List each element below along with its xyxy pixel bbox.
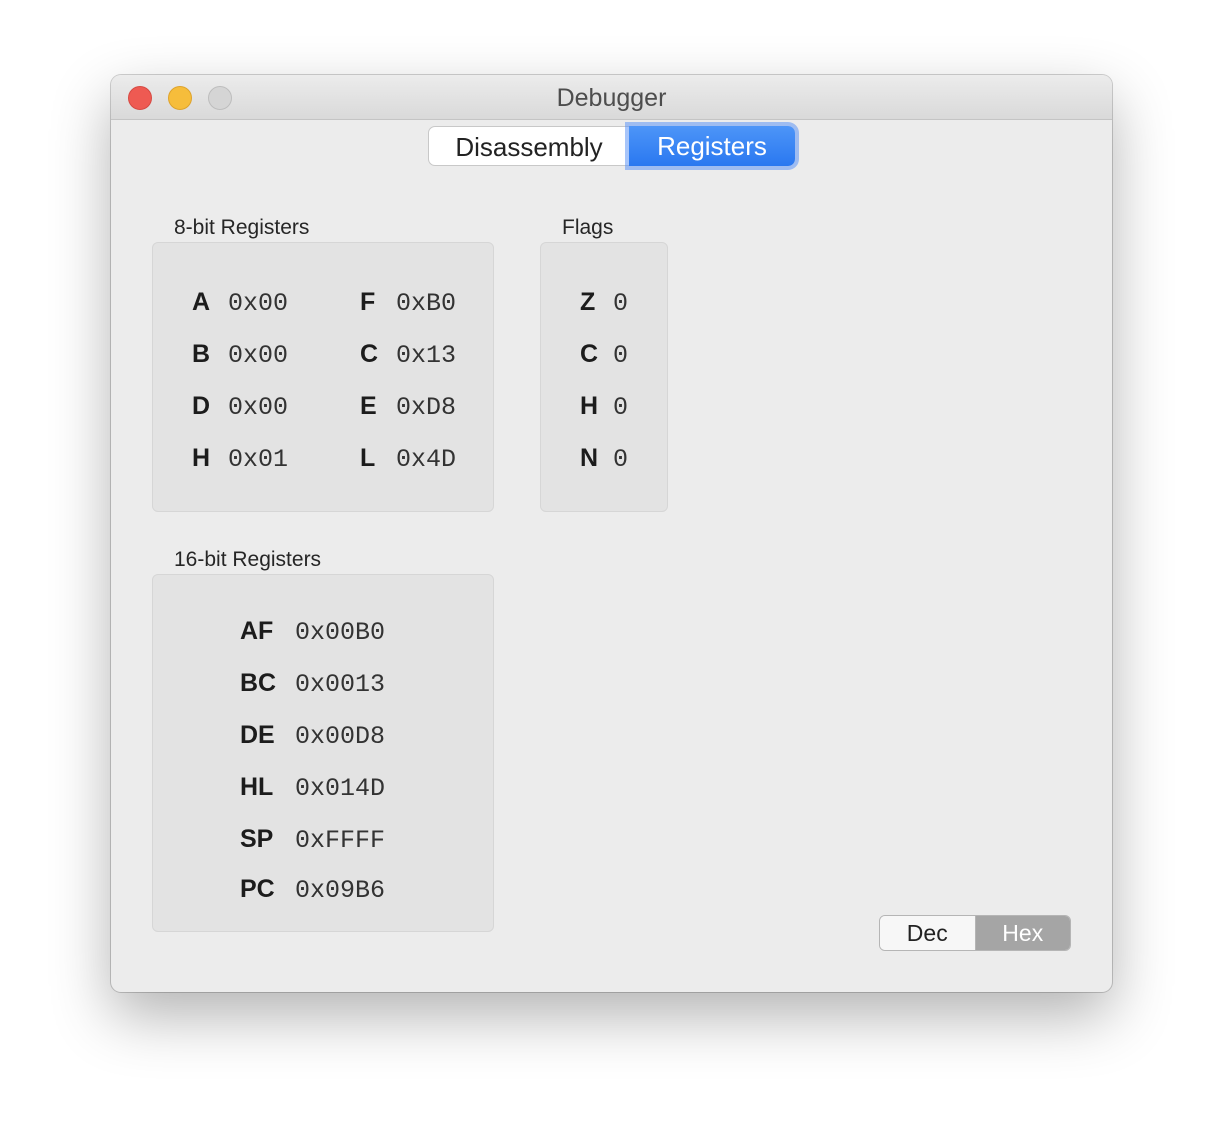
registers-8bit-panel: A 0x00 F 0xB0 B 0x00 C 0x13 D 0x00 E 0xD8 H 0x0… bbox=[152, 242, 494, 512]
register-value: 0x014D bbox=[295, 774, 386, 803]
register-l: L 0x4D bbox=[360, 443, 457, 474]
flag-c: C0 bbox=[580, 339, 629, 370]
register-value: 0xB0 bbox=[396, 289, 457, 318]
flag-n: N0 bbox=[580, 443, 629, 474]
register-b: B 0x00 bbox=[192, 339, 289, 370]
register-value: 0x0013 bbox=[295, 670, 386, 699]
flag-name: Z bbox=[580, 288, 596, 316]
title-bar: Debugger bbox=[111, 75, 1112, 120]
register-value: 0x00 bbox=[228, 341, 289, 370]
flag-h: H0 bbox=[580, 391, 629, 422]
registers-8bit-label: 8-bit Registers bbox=[174, 216, 310, 239]
register-name: AF bbox=[240, 617, 274, 645]
register-name: A bbox=[192, 288, 211, 316]
register-hl: HL 0x014D bbox=[240, 772, 386, 803]
register-name: E bbox=[360, 392, 377, 420]
flags-label: Flags bbox=[562, 216, 614, 239]
register-h: H 0x01 bbox=[192, 443, 289, 474]
register-value: 0x00 bbox=[228, 393, 289, 422]
register-name: BC bbox=[240, 669, 277, 697]
register-name: PC bbox=[240, 875, 275, 903]
view-tabs: Disassembly Registers bbox=[428, 126, 795, 168]
window-title: Debugger bbox=[556, 84, 667, 112]
register-d: D 0x00 bbox=[192, 391, 289, 422]
debugger-window: Debugger Disassembly Registers 8-bit Reg… bbox=[111, 75, 1112, 992]
register-value: 0x01 bbox=[228, 445, 289, 474]
flag-name: N bbox=[580, 444, 599, 472]
flag-value: 0 bbox=[613, 289, 629, 318]
tab-registers[interactable]: Registers bbox=[629, 126, 795, 166]
register-f: F 0xB0 bbox=[360, 287, 457, 318]
register-value: 0x09B6 bbox=[295, 876, 386, 905]
flag-value: 0 bbox=[613, 341, 629, 370]
registers-16bit-label: 16-bit Registers bbox=[174, 548, 322, 571]
flag-z: Z0 bbox=[580, 287, 629, 318]
register-sp: SP 0xFFFF bbox=[240, 824, 386, 855]
register-name: F bbox=[360, 288, 376, 316]
register-value: 0x4D bbox=[396, 445, 457, 474]
register-name: SP bbox=[240, 825, 274, 853]
register-value: 0xD8 bbox=[396, 393, 457, 422]
number-format-toggle: Dec Hex bbox=[879, 915, 1071, 951]
register-name: H bbox=[192, 444, 211, 472]
register-bc: BC 0x0013 bbox=[240, 668, 386, 699]
register-e: E 0xD8 bbox=[360, 391, 457, 422]
register-value: 0xFFFF bbox=[295, 826, 386, 855]
dec-button[interactable]: Dec bbox=[880, 916, 976, 950]
register-value: 0x00B0 bbox=[295, 618, 386, 647]
register-a: A 0x00 bbox=[192, 287, 289, 318]
registers-16bit-panel: AF 0x00B0 BC 0x0013 DE 0x00D8 HL 0x014D SP 0x… bbox=[152, 574, 494, 932]
register-value: 0x00 bbox=[228, 289, 289, 318]
register-af: AF 0x00B0 bbox=[240, 616, 386, 647]
register-value: 0x13 bbox=[396, 341, 457, 370]
register-name: L bbox=[360, 444, 376, 472]
register-value: 0x00D8 bbox=[295, 722, 386, 751]
flag-value: 0 bbox=[613, 393, 629, 422]
flag-name: C bbox=[580, 340, 599, 368]
register-name: B bbox=[192, 340, 211, 368]
register-name: C bbox=[360, 340, 379, 368]
register-de: DE 0x00D8 bbox=[240, 720, 386, 751]
register-name: HL bbox=[240, 773, 274, 801]
tab-disassembly[interactable]: Disassembly bbox=[428, 126, 629, 166]
register-pc: PC 0x09B6 bbox=[240, 874, 386, 905]
register-name: DE bbox=[240, 721, 275, 749]
flags-panel: Z0 C0 H0 N0 bbox=[540, 242, 668, 512]
flag-value: 0 bbox=[613, 445, 629, 474]
hex-button[interactable]: Hex bbox=[975, 916, 1070, 950]
flag-name: H bbox=[580, 392, 599, 420]
register-name: D bbox=[192, 392, 211, 420]
register-c: C 0x13 bbox=[360, 339, 457, 370]
